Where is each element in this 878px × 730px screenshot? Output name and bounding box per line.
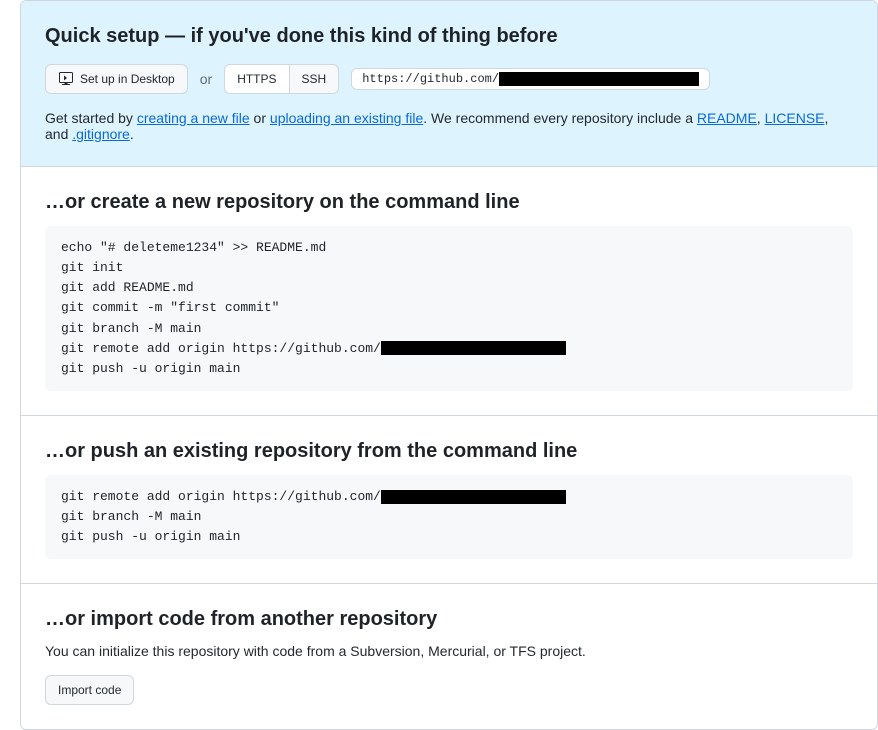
license-link[interactable]: LICENSE	[765, 110, 825, 126]
desktop-icon	[58, 71, 74, 87]
create-repo-section: …or create a new repository on the comma…	[21, 167, 877, 416]
help-period: .	[130, 126, 134, 142]
code-line: git commit -m "first commit"	[61, 298, 837, 318]
push-repo-section: …or push an existing repository from the…	[21, 416, 877, 584]
help-comma: ,	[757, 110, 765, 126]
code-line: git push -u origin main	[61, 527, 837, 547]
readme-link[interactable]: README	[697, 110, 757, 126]
or-separator: or	[200, 71, 212, 87]
code-line: git add README.md	[61, 278, 837, 298]
code-line: git branch -M main	[61, 319, 837, 339]
code-line: git init	[61, 258, 837, 278]
gitignore-link[interactable]: .gitignore	[72, 126, 130, 142]
clone-url-prefix: https://github.com/	[362, 72, 499, 86]
quick-setup-panel: Quick setup — if you've done this kind o…	[21, 1, 877, 167]
import-repo-heading: …or import code from another repository	[45, 608, 853, 631]
upload-file-link[interactable]: uploading an existing file	[270, 110, 423, 126]
create-new-file-link[interactable]: creating a new file	[137, 110, 250, 126]
help-mid: . We recommend every repository include …	[423, 110, 697, 126]
help-or: or	[250, 110, 270, 126]
code-line: git remote add origin https://github.com…	[61, 339, 837, 359]
import-repo-section: …or import code from another repository …	[21, 584, 877, 729]
setup-desktop-label: Set up in Desktop	[80, 69, 175, 89]
code-line: echo "# deleteme1234" >> README.md	[61, 238, 837, 258]
create-repo-code[interactable]: echo "# deleteme1234" >> README.mdgit in…	[45, 226, 853, 391]
push-repo-heading: …or push an existing repository from the…	[45, 440, 853, 463]
code-prefix: git remote add origin https://github.com…	[61, 341, 381, 356]
redacted-url	[381, 341, 566, 355]
quick-setup-heading: Quick setup — if you've done this kind o…	[45, 25, 853, 48]
import-code-button[interactable]: Import code	[45, 675, 134, 705]
setup-actions-row: Set up in Desktop or HTTPS SSH https://g…	[45, 64, 853, 94]
help-prefix: Get started by	[45, 110, 137, 126]
import-repo-description: You can initialize this repository with …	[45, 643, 853, 659]
push-repo-code[interactable]: git remote add origin https://github.com…	[45, 475, 853, 559]
create-repo-heading: …or create a new repository on the comma…	[45, 191, 853, 214]
ssh-button[interactable]: SSH	[289, 64, 340, 94]
clone-url-redacted	[499, 72, 699, 86]
quick-setup-help: Get started by creating a new file or up…	[45, 110, 853, 142]
redacted-url	[381, 490, 566, 504]
code-line: git push -u origin main	[61, 359, 837, 379]
repo-setup-container: Quick setup — if you've done this kind o…	[20, 0, 878, 730]
https-button[interactable]: HTTPS	[224, 64, 289, 94]
setup-desktop-button[interactable]: Set up in Desktop	[45, 64, 188, 94]
code-line: git branch -M main	[61, 507, 837, 527]
clone-url-input[interactable]: https://github.com/	[351, 68, 710, 90]
code-prefix: git remote add origin https://github.com…	[61, 489, 381, 504]
code-line: git remote add origin https://github.com…	[61, 487, 837, 507]
protocol-toggle: HTTPS SSH	[224, 64, 339, 94]
